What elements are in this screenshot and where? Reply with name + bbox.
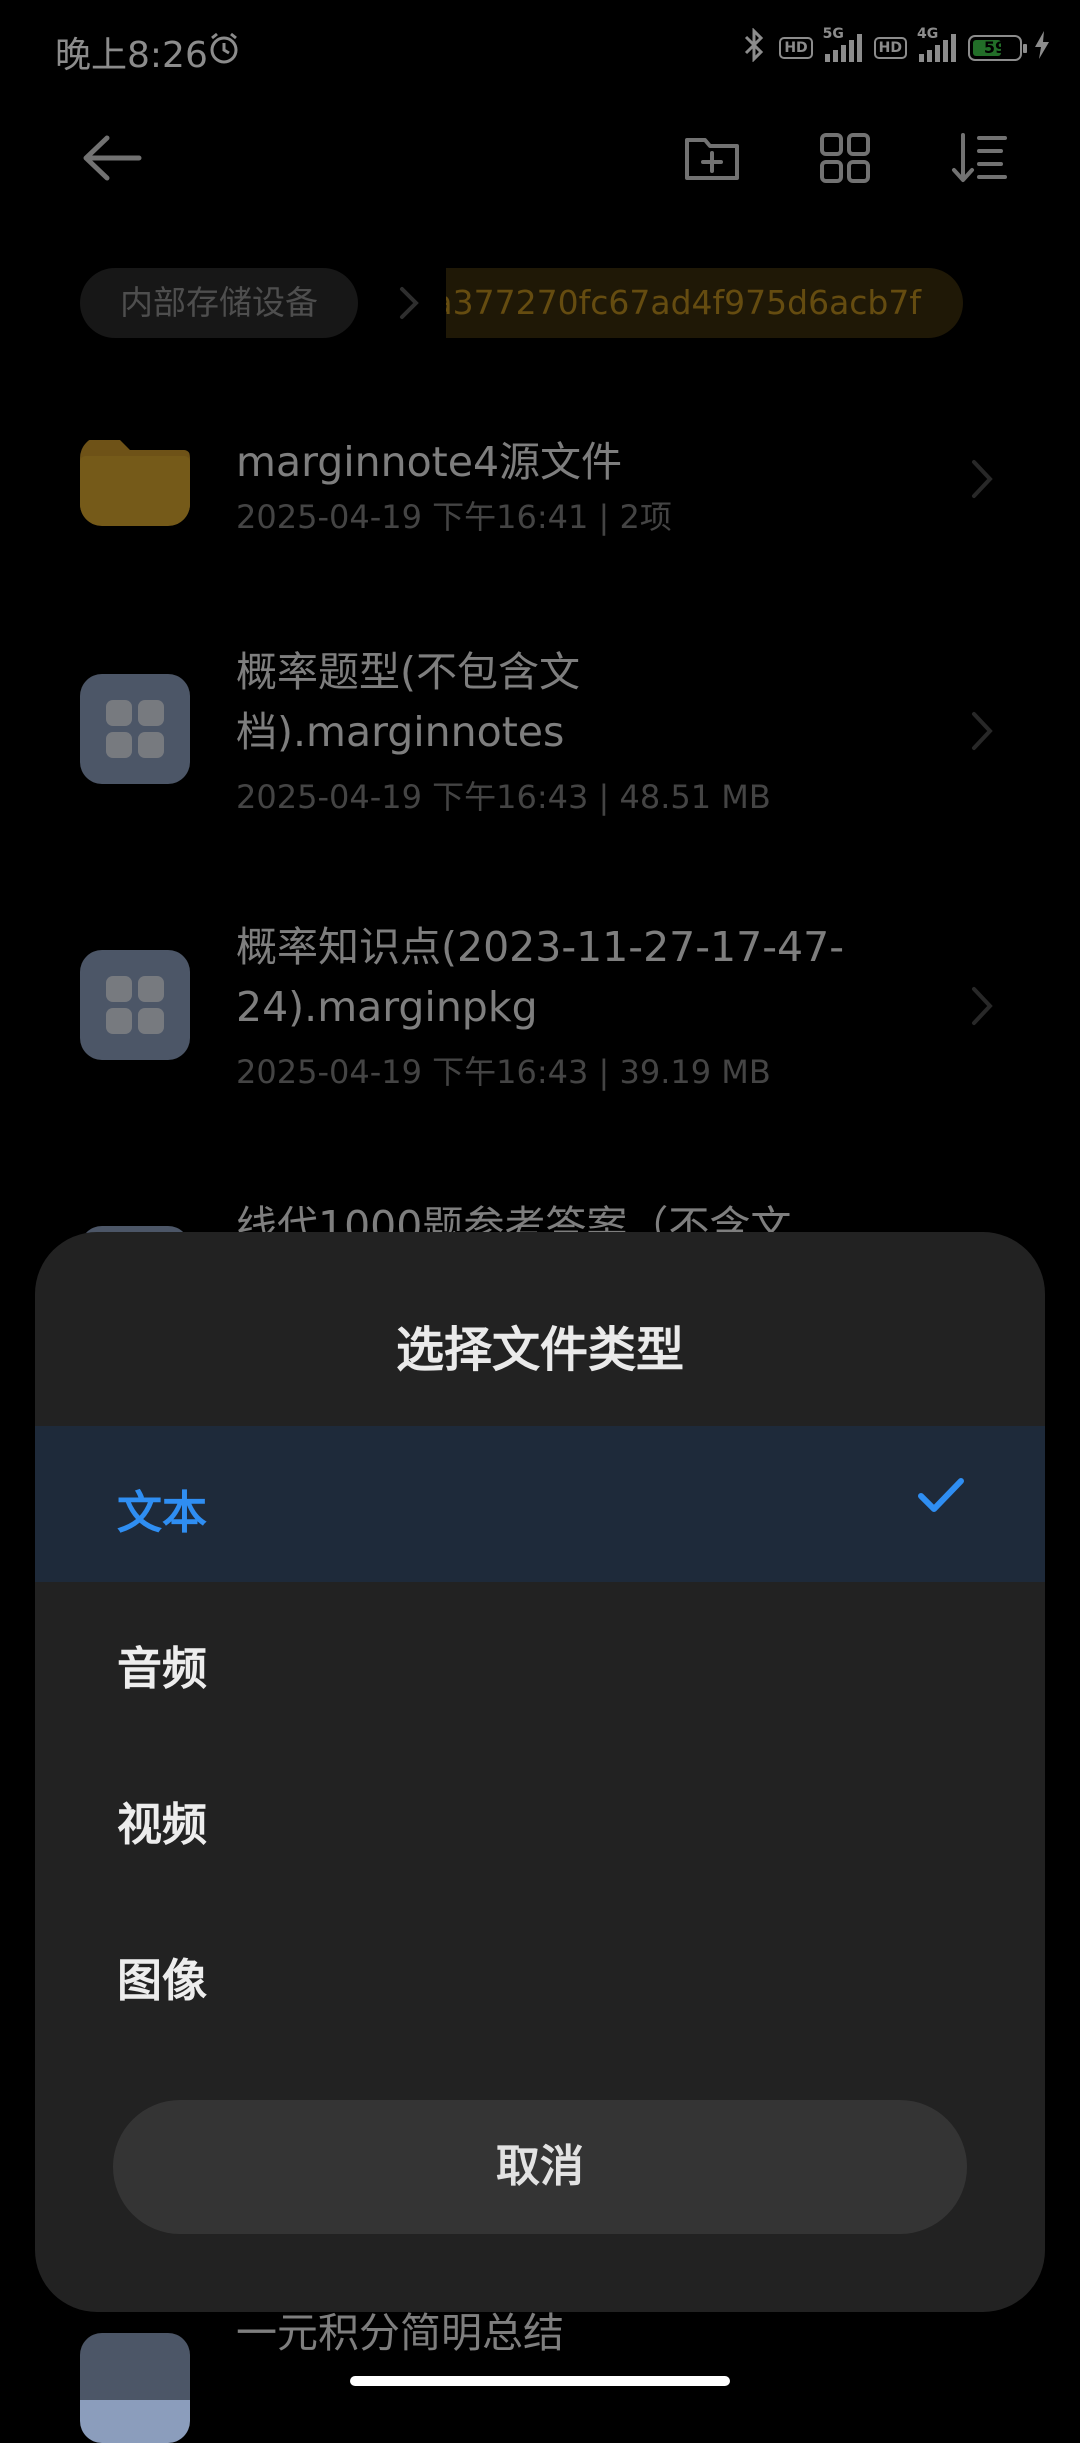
file-type-dialog: 选择文件类型 文本 音频 视频 图像 取消 bbox=[35, 1232, 1045, 2312]
dialog-title: 选择文件类型 bbox=[395, 1322, 684, 1378]
option-label: 文本 bbox=[117, 1486, 208, 1539]
checkmark-icon bbox=[917, 1476, 965, 1520]
option-label: 视频 bbox=[117, 1798, 208, 1851]
option-text[interactable]: 文本 bbox=[35, 1426, 1045, 1582]
option-label: 音频 bbox=[117, 1642, 208, 1695]
option-audio[interactable]: 音频 bbox=[35, 1582, 1045, 1738]
cancel-button[interactable]: 取消 bbox=[113, 2100, 967, 2234]
option-label: 图像 bbox=[117, 1954, 208, 2007]
option-video[interactable]: 视频 bbox=[35, 1738, 1045, 1894]
home-indicator[interactable] bbox=[350, 2376, 730, 2386]
option-image[interactable]: 图像 bbox=[35, 1894, 1045, 2050]
